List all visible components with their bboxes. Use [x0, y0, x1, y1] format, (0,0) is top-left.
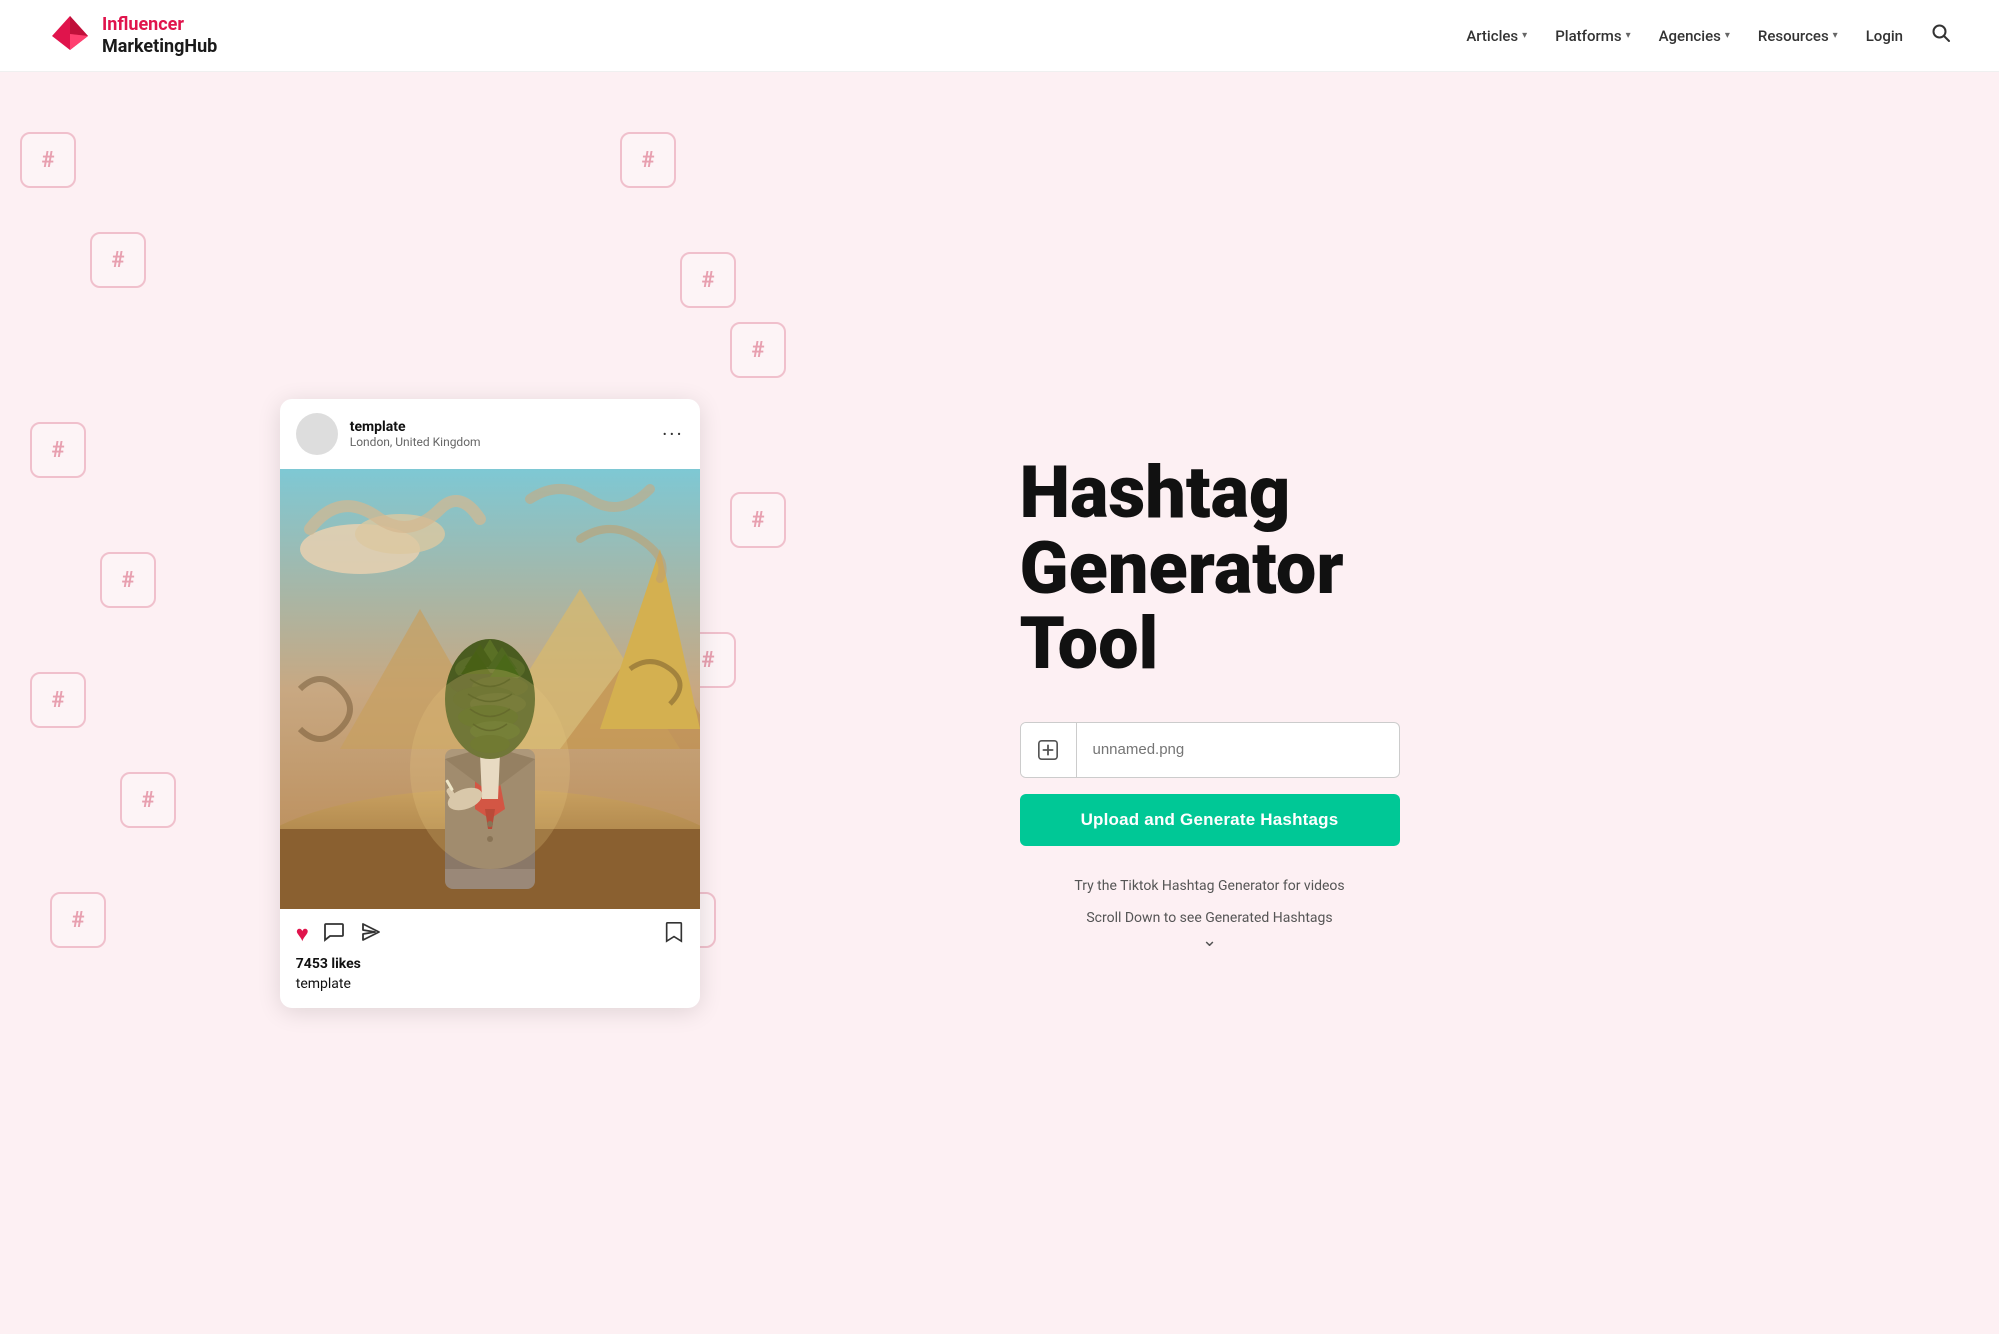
- ig-more-button[interactable]: ···: [662, 422, 684, 446]
- hero-right: Hashtag Generator Tool Upload and Genera…: [980, 72, 1999, 1334]
- ig-footer: ♥: [280, 909, 700, 1008]
- hero-title-line2: Generator: [1020, 526, 1344, 611]
- ig-heart-icon[interactable]: ♥: [296, 921, 309, 947]
- ig-username: template: [350, 419, 481, 435]
- generate-hashtags-button[interactable]: Upload and Generate Hashtags: [1020, 794, 1400, 846]
- logo-text: Influencer MarketingHub: [102, 14, 217, 57]
- ig-comment-icon[interactable]: [323, 921, 345, 948]
- upload-icon-button[interactable]: [1021, 723, 1077, 777]
- search-icon: [1931, 23, 1951, 43]
- nav-item-articles[interactable]: Articles ▾: [1466, 27, 1527, 45]
- nav-links: Articles ▾ Platforms ▾ Agencies ▾ Resour…: [1466, 23, 1951, 48]
- ig-bookmark-icon[interactable]: [664, 921, 684, 948]
- filename-input[interactable]: [1077, 723, 1399, 777]
- ig-profile: template London, United Kingdom: [296, 413, 481, 455]
- ig-avatar: [296, 413, 338, 455]
- hero-title-line1: Hashtag: [1020, 450, 1291, 535]
- hero-title: Hashtag Generator Tool: [1020, 455, 1920, 682]
- ig-artwork: [280, 469, 700, 909]
- hero-section: # # # # # # # # # # # # # # template Lon…: [0, 72, 1999, 1334]
- resources-chevron-icon: ▾: [1833, 30, 1838, 41]
- ig-actions: ♥: [296, 921, 684, 948]
- nav-agencies-label: Agencies: [1659, 27, 1721, 45]
- ig-user-info: template London, United Kingdom: [350, 419, 481, 449]
- platforms-chevron-icon: ▾: [1626, 30, 1631, 41]
- tiktok-hint: Try the Tiktok Hashtag Generator for vid…: [1020, 878, 1400, 894]
- nav-resources-label: Resources: [1758, 27, 1829, 45]
- ig-header: template London, United Kingdom ···: [280, 399, 700, 469]
- nav-platforms-label: Platforms: [1555, 27, 1621, 45]
- nav-item-platforms[interactable]: Platforms ▾: [1555, 27, 1630, 45]
- ig-likes-count: 7453 likes: [296, 956, 684, 972]
- navbar: Influencer MarketingHub Articles ▾ Platf…: [0, 0, 1999, 72]
- instagram-card: template London, United Kingdom ···: [280, 399, 700, 1008]
- nav-search-button[interactable]: [1931, 23, 1951, 48]
- ig-actions-left: ♥: [296, 921, 381, 948]
- scroll-hint: Scroll Down to see Generated Hashtags: [1020, 910, 1400, 926]
- articles-chevron-icon: ▾: [1522, 30, 1527, 41]
- upload-area: [1020, 722, 1400, 778]
- tiktok-hint-text: Try the Tiktok Hashtag Generator for vid…: [1074, 878, 1344, 894]
- nav-item-resources[interactable]: Resources ▾: [1758, 27, 1838, 45]
- nav-articles-label: Articles: [1466, 27, 1518, 45]
- scroll-down-icon[interactable]: ⌄: [1020, 930, 1400, 951]
- logo-icon: [48, 14, 92, 58]
- ig-location: London, United Kingdom: [350, 435, 481, 449]
- hero-title-line3: Tool: [1020, 601, 1159, 686]
- add-image-icon: [1037, 739, 1059, 761]
- agencies-chevron-icon: ▾: [1725, 30, 1730, 41]
- ig-share-icon[interactable]: [359, 921, 381, 948]
- ig-caption: template: [296, 976, 684, 992]
- hero-left: template London, United Kingdom ···: [0, 72, 980, 1334]
- nav-item-agencies[interactable]: Agencies ▾: [1659, 27, 1730, 45]
- logo[interactable]: Influencer MarketingHub: [48, 14, 217, 58]
- ig-image: [280, 469, 700, 909]
- nav-item-login[interactable]: Login: [1866, 27, 1903, 45]
